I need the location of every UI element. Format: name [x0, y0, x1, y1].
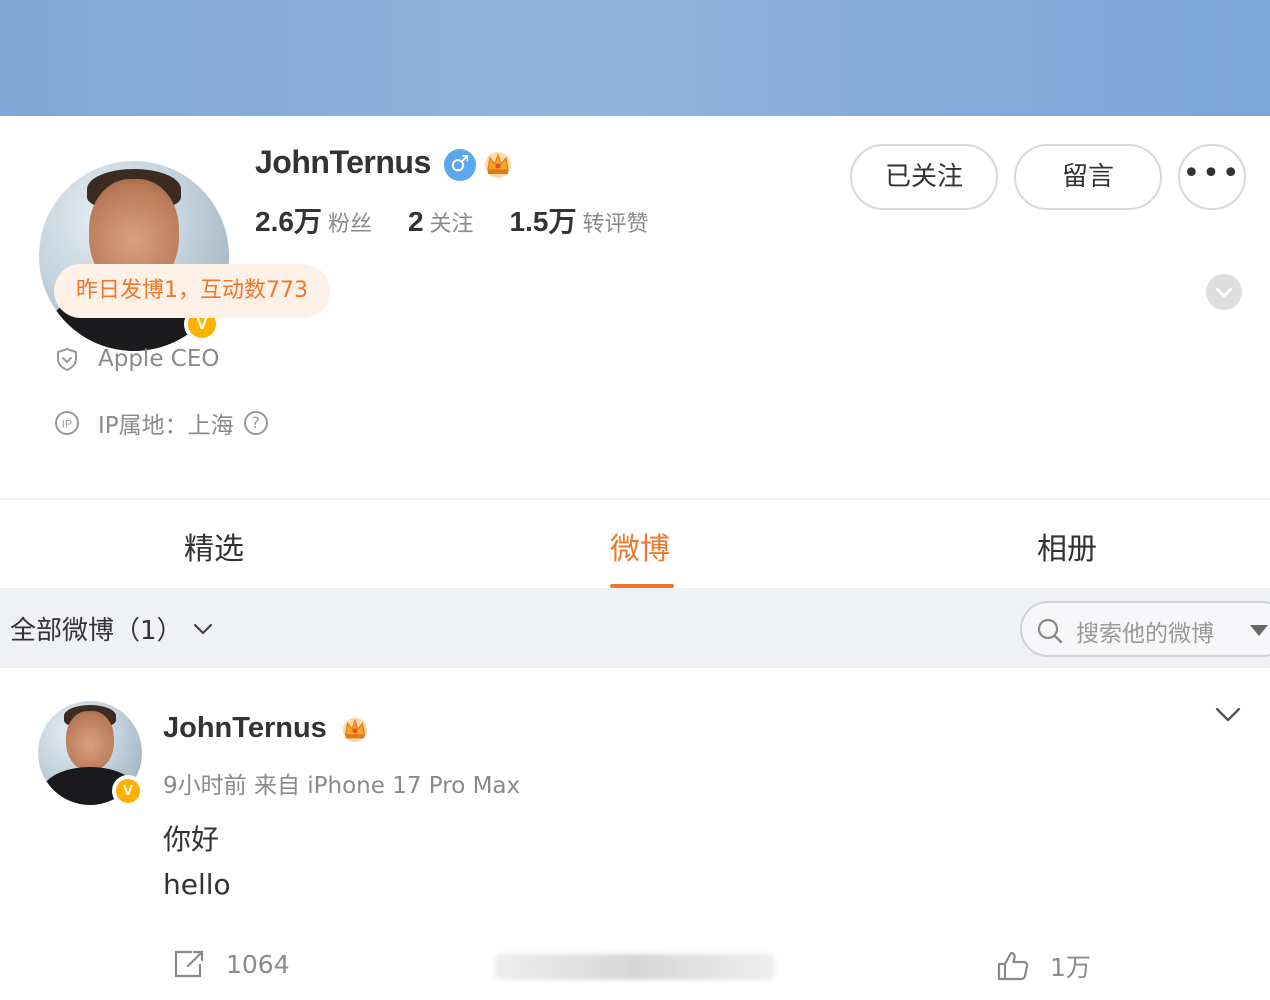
profile-name: JohnTernus [255, 144, 431, 180]
post-text-line: hello [163, 868, 231, 901]
svg-text:IP: IP [62, 419, 72, 431]
ip-row: IP IP属地：上海 ? [54, 406, 268, 440]
chevron-down-icon[interactable] [190, 616, 216, 642]
like-action[interactable]: 1万 [996, 948, 1091, 984]
crown-icon[interactable] [482, 148, 514, 180]
share-action[interactable]: 1064 [172, 948, 290, 980]
following-button[interactable]: 已关注 [850, 144, 998, 210]
chevron-down-icon [1215, 287, 1233, 298]
share-count: 1064 [226, 949, 290, 979]
stat-following-label: 关注 [429, 212, 474, 237]
post-author-name[interactable]: JohnTernus [163, 712, 327, 745]
thumbs-up-icon [997, 951, 1029, 981]
share-icon [174, 950, 204, 978]
crown-icon[interactable] [340, 714, 370, 744]
ip-location-icon: IP [55, 411, 79, 435]
post-meta: 9小时前 来自 iPhone 17 Pro Max [163, 773, 521, 799]
profile-tabs: 精选 微博 相册 [0, 500, 1270, 588]
stat-fans[interactable]: 2.6万 粉丝 [255, 200, 372, 240]
bio-row: Apple CEO [54, 346, 219, 372]
post-filter-bar: 全部微博（1） 搜索他的微博 [0, 588, 1270, 668]
stat-following[interactable]: 2 关注 [408, 206, 474, 238]
profile-avatar[interactable]: V [34, 156, 234, 356]
stat-following-value: 2 [407, 206, 424, 237]
male-symbol-icon: ♂ [444, 149, 476, 181]
activity-summary[interactable]: 昨日发博1，互动数773 [54, 264, 330, 318]
more-options-button[interactable]: ••• [1178, 144, 1246, 210]
all-posts-filter[interactable]: 全部微博（1） [10, 610, 183, 647]
post-text-line: 你好 [163, 823, 220, 856]
tab-featured[interactable]: 精选 [184, 524, 244, 568]
search-placeholder: 搜索他的微博 [1076, 621, 1214, 647]
post-card: V JohnTernus 9小时前 来自 iPhone 17 Pro Max 你… [0, 668, 1270, 1000]
like-count: 1万 [1050, 953, 1091, 982]
profile-card: V JohnTernus ♂ 2.6万 粉丝 2 关注 1.5万 转评赞 已关注 留言… [0, 116, 1270, 498]
stat-fans-label: 粉丝 [327, 212, 372, 237]
stat-fans-value: 2.6万 [255, 206, 322, 237]
tab-weibo[interactable]: 微博 [610, 524, 670, 568]
search-icon [1037, 618, 1063, 644]
post-search-box[interactable]: 搜索他的微博 [1020, 601, 1270, 657]
dropdown-arrow-icon[interactable] [1250, 625, 1268, 636]
blurred-watermark [495, 954, 775, 980]
help-icon[interactable]: ? [243, 411, 268, 435]
message-button[interactable]: 留言 [1014, 144, 1162, 210]
avatar-face [66, 711, 114, 771]
shield-icon [57, 347, 77, 372]
verified-badge-icon: V [112, 775, 144, 807]
stat-interactions-label: 转评赞 [582, 212, 649, 237]
stat-interactions[interactable]: 1.5万 转评赞 [510, 200, 649, 240]
ip-location-text: IP属地：上海 [98, 413, 234, 439]
stat-interactions-value: 1.5万 [509, 206, 577, 237]
chevron-down-icon[interactable] [1213, 704, 1243, 726]
tab-album[interactable]: 相册 [1037, 524, 1097, 568]
profile-banner [0, 0, 1270, 116]
bio-text: Apple CEO [98, 346, 220, 372]
profile-stats: 2.6万 粉丝 2 关注 1.5万 转评赞 [255, 200, 649, 240]
expand-profile-button[interactable] [1206, 274, 1242, 310]
